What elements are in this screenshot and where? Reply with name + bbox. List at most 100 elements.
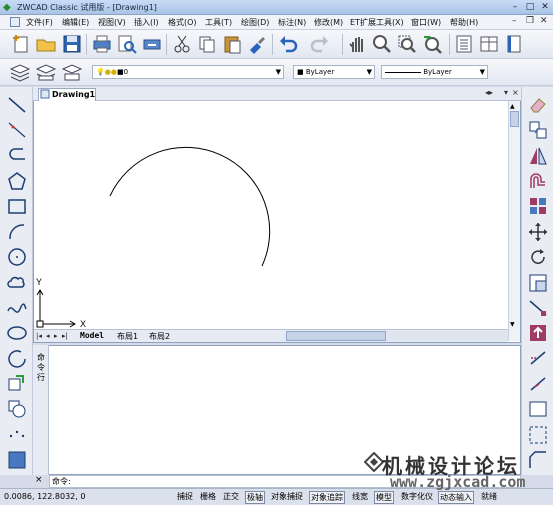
move-icon[interactable]	[527, 221, 549, 243]
scroll-thumb[interactable]	[510, 111, 519, 127]
layer-dropdown[interactable]: 💡●●■0 ▼	[92, 65, 284, 79]
first-tab-icon[interactable]: |◂	[36, 332, 42, 340]
print-icon[interactable]	[91, 33, 113, 55]
spline-icon[interactable]	[6, 297, 28, 319]
command-close-icon[interactable]: ×	[35, 475, 43, 485]
menu-file[interactable]: 文件(F)	[26, 17, 53, 28]
make-block-icon[interactable]	[6, 398, 28, 420]
tab-prev-icon[interactable]: ◂▸	[485, 88, 493, 97]
circle-icon[interactable]	[6, 246, 28, 268]
chevron-down-icon: ▼	[275, 68, 281, 76]
minimize-icon[interactable]: –	[508, 1, 522, 13]
menu-insert[interactable]: 插入(I)	[134, 17, 159, 28]
polygon-icon[interactable]	[6, 171, 28, 193]
array-icon[interactable]	[527, 195, 549, 217]
cut-icon[interactable]	[171, 33, 193, 55]
menu-help[interactable]: 帮助(H)	[450, 17, 478, 28]
ellipse-arc-icon[interactable]	[6, 348, 28, 370]
polyline-icon[interactable]	[6, 144, 28, 166]
scale-icon[interactable]	[527, 272, 549, 294]
trim-icon[interactable]	[527, 347, 549, 369]
snap-toggle[interactable]: 捕捉	[176, 491, 194, 504]
otrack-toggle[interactable]: 对象追踪	[309, 491, 345, 504]
osnap-toggle[interactable]: 对象捕捉	[270, 491, 304, 504]
undo-icon[interactable]	[277, 33, 299, 55]
menu-draw[interactable]: 绘图(D)	[241, 17, 269, 28]
maximize-icon[interactable]: □	[523, 1, 537, 13]
scroll-up-icon[interactable]: ▲	[510, 103, 515, 110]
redo-icon[interactable]	[309, 33, 331, 55]
vertical-scrollbar[interactable]: ▲ ▼	[508, 101, 520, 341]
erase-icon[interactable]	[527, 93, 549, 115]
revision-cloud-icon[interactable]	[6, 272, 28, 294]
polar-toggle[interactable]: 极轴	[245, 491, 265, 504]
extend-icon[interactable]	[527, 373, 549, 395]
tab-layout1[interactable]: 布局1	[117, 331, 138, 342]
tool-palettes-icon[interactable]	[503, 33, 525, 55]
mdi-restore-icon[interactable]: ❐	[526, 16, 534, 26]
menu-modify[interactable]: 修改(M)	[314, 17, 343, 28]
menu-edit[interactable]: 编辑(E)	[62, 17, 89, 28]
open-folder-icon[interactable]	[35, 33, 57, 55]
print-preview-icon[interactable]	[116, 33, 138, 55]
tab-model[interactable]: Model	[80, 331, 104, 340]
mdi-minimize-icon[interactable]: –	[512, 16, 517, 26]
pan-hand-icon[interactable]	[347, 33, 369, 55]
zoom-realtime-icon[interactable]	[371, 33, 393, 55]
design-center-icon[interactable]	[478, 33, 500, 55]
paste-icon[interactable]	[221, 33, 243, 55]
close-icon[interactable]: ✕	[538, 1, 552, 13]
ortho-toggle[interactable]: 正交	[222, 491, 240, 504]
line-icon[interactable]	[6, 94, 28, 116]
lengthen-icon[interactable]	[527, 322, 549, 344]
stretch-icon[interactable]	[527, 297, 549, 319]
copy-icon[interactable]	[196, 33, 218, 55]
next-tab-icon[interactable]: ▸	[54, 332, 58, 340]
tab-layout2[interactable]: 布局2	[149, 331, 170, 342]
menu-window[interactable]: 窗口(W)	[411, 17, 441, 28]
scroll-down-icon[interactable]: ▼	[510, 321, 515, 328]
color-dropdown[interactable]: ■ ByLayer ▼	[293, 65, 375, 79]
menu-et-tools[interactable]: ET扩展工具(X)	[350, 17, 404, 28]
horizontal-scrollbar[interactable]	[286, 331, 508, 341]
insert-block-icon[interactable]	[6, 373, 28, 395]
chevron-down-icon[interactable]: ▾	[504, 88, 508, 97]
new-file-icon[interactable]	[10, 33, 32, 55]
join-icon[interactable]	[527, 424, 549, 446]
menu-view[interactable]: 视图(V)	[98, 17, 126, 28]
point-icon[interactable]	[6, 424, 28, 446]
ellipse-icon[interactable]	[6, 322, 28, 344]
document-icon[interactable]	[10, 17, 20, 27]
drawing-canvas[interactable]: Y X	[34, 101, 520, 329]
arc-entity[interactable]	[109, 146, 271, 267]
arc-icon[interactable]	[6, 221, 28, 243]
scroll-thumb[interactable]	[286, 331, 386, 341]
break-icon[interactable]	[527, 398, 549, 420]
rectangle-icon[interactable]	[6, 196, 28, 218]
rotate-icon[interactable]	[527, 246, 549, 268]
layer-state-icon[interactable]	[61, 61, 83, 83]
linetype-dropdown[interactable]: ByLayer ▼	[381, 65, 488, 79]
grid-toggle[interactable]: 栅格	[199, 491, 217, 504]
menu-format[interactable]: 格式(O)	[168, 17, 197, 28]
save-icon[interactable]	[61, 33, 83, 55]
prev-tab-icon[interactable]: ◂	[46, 332, 50, 340]
match-properties-icon[interactable]	[246, 33, 268, 55]
copy-object-icon[interactable]	[527, 119, 549, 141]
close-icon[interactable]: ×	[512, 88, 519, 97]
mdi-close-icon[interactable]: ✕	[540, 16, 548, 26]
menu-tools[interactable]: 工具(T)	[205, 17, 232, 28]
offset-icon[interactable]	[527, 170, 549, 192]
zoom-window-icon[interactable]	[396, 33, 418, 55]
plot-icon[interactable]	[141, 33, 163, 55]
construction-line-icon[interactable]	[6, 119, 28, 141]
layer-previous-icon[interactable]	[35, 61, 57, 83]
zoom-previous-icon[interactable]	[421, 33, 443, 55]
layer-manager-icon[interactable]	[9, 61, 31, 83]
menu-dimension[interactable]: 标注(N)	[278, 17, 306, 28]
mirror-icon[interactable]	[527, 145, 549, 167]
hatch-icon[interactable]	[6, 449, 28, 471]
command-window-handle[interactable]: 命令行	[33, 345, 49, 475]
properties-icon[interactable]	[453, 33, 475, 55]
last-tab-icon[interactable]: ▸|	[62, 332, 68, 340]
